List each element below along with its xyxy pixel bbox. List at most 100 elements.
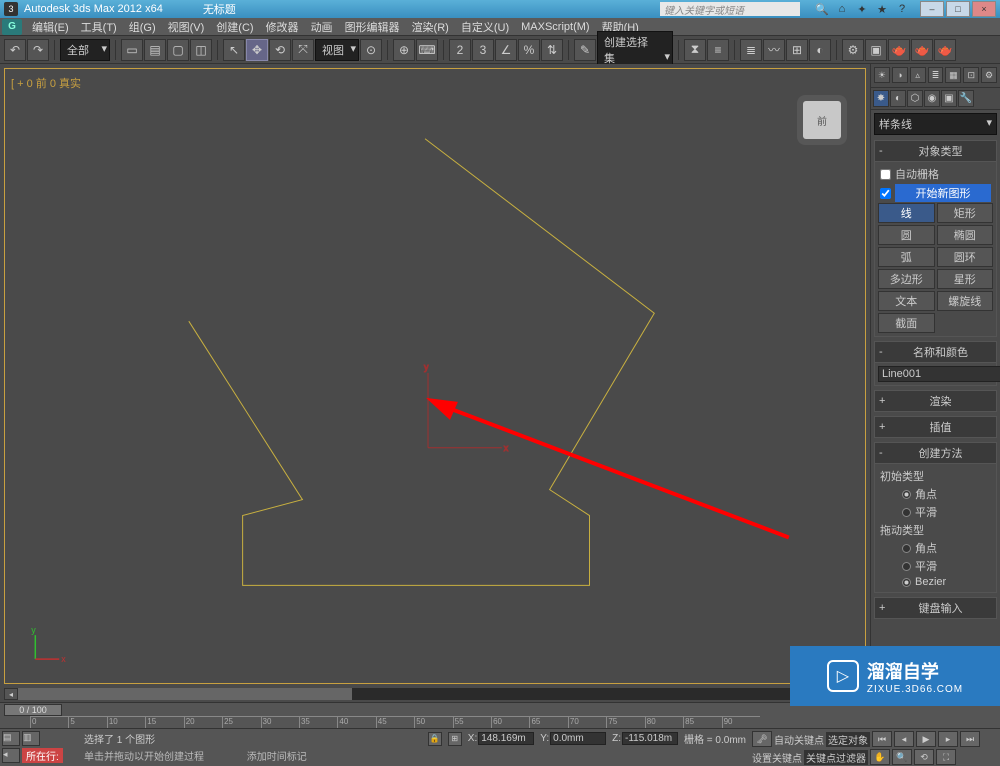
exchange-icon[interactable]: ✦ [854, 2, 870, 16]
keyboard-shortcut-button[interactable]: ⌨ [416, 39, 438, 61]
start-new-shape-button[interactable]: 开始新图形 [895, 184, 991, 202]
render-setup-button[interactable]: ⚙ [842, 39, 864, 61]
help-icon[interactable]: ? [894, 2, 910, 16]
abs-rel-icon[interactable]: ⊞ [448, 732, 462, 746]
rendered-frame-button[interactable]: ▣ [865, 39, 887, 61]
select-move-button[interactable]: ✥ [246, 39, 268, 61]
edit-named-sel-button[interactable]: ✎ [574, 39, 596, 61]
menu-graph-editors[interactable]: 图形编辑器 [339, 17, 406, 37]
subscription-icon[interactable]: ⌂ [834, 2, 850, 16]
rollout-head-keyboard-entry[interactable]: +键盘输入 [874, 597, 997, 619]
render-prod-button[interactable]: 🫖 [911, 39, 933, 61]
search-icon[interactable]: 🔍 [814, 2, 830, 16]
app-menu-icon[interactable]: G [2, 19, 22, 35]
autogrid-checkbox[interactable] [880, 169, 891, 180]
menu-group[interactable]: 组(G) [123, 17, 162, 37]
select-scale-button[interactable]: ⤧ [292, 39, 314, 61]
listener-button[interactable]: ▥ [22, 731, 40, 746]
radio-init-smooth[interactable] [902, 508, 911, 517]
radio-init-corner[interactable] [902, 490, 911, 499]
add-time-tag[interactable]: 添加时间标记 [247, 752, 307, 763]
btn-ngon[interactable]: 多边形 [878, 269, 935, 289]
select-manipulate-button[interactable]: ⊕ [393, 39, 415, 61]
viewport[interactable]: [ + 0 前 0 真实 y x [4, 68, 866, 684]
render-button[interactable]: 🫖 [888, 39, 910, 61]
menu-views[interactable]: 视图(V) [162, 17, 211, 37]
category-dropdown[interactable]: 样条线▾ [874, 113, 997, 135]
btn-rectangle[interactable]: 矩形 [937, 203, 994, 223]
btn-line[interactable]: 线 [878, 203, 935, 223]
rollout-head-interpolation[interactable]: +插值 [874, 416, 997, 438]
snap-3d-button[interactable]: 3 [472, 39, 494, 61]
btn-text[interactable]: 文本 [878, 291, 935, 311]
auto-key-button[interactable]: 自动关键点 [774, 732, 824, 747]
menu-customize[interactable]: 自定义(U) [455, 17, 515, 37]
render-iter-button[interactable]: 🫖 [934, 39, 956, 61]
goto-start-icon[interactable]: ⏮ [872, 731, 892, 747]
maxscript-mini-button[interactable]: ▤ [2, 731, 20, 746]
object-name-input[interactable] [878, 366, 1000, 382]
gear-icon[interactable]: ⚙ [981, 67, 997, 83]
undo-button[interactable]: ↶ [4, 39, 26, 61]
start-new-checkbox[interactable] [880, 188, 891, 199]
nav-zoom-icon[interactable]: 🔍 [892, 749, 912, 765]
tab-modify[interactable]: ◐ [890, 90, 906, 107]
render-preview-icon[interactable]: ▵ [910, 67, 926, 83]
btn-ellipse[interactable]: 椭圆 [937, 225, 994, 245]
rollout-head-object-type[interactable]: -对象类型 [874, 140, 997, 162]
menu-create[interactable]: 创建(C) [210, 17, 259, 37]
coord-z-input[interactable] [622, 732, 678, 745]
select-button[interactable]: ↖ [223, 39, 245, 61]
nav-orbit-icon[interactable]: ⟲ [914, 749, 934, 765]
prompt-prev-icon[interactable]: ◂ [2, 748, 20, 763]
tab-display[interactable]: ▣ [941, 90, 957, 107]
key-filter-sel[interactable]: 选定对象 [826, 732, 870, 747]
minimize-button[interactable]: – [920, 1, 944, 17]
select-by-name-button[interactable]: ▤ [144, 39, 166, 61]
nav-maximize-icon[interactable]: ⛶ [936, 749, 956, 765]
nav-pan-icon[interactable]: ✋ [870, 749, 890, 765]
next-frame-icon[interactable]: ▸ [938, 731, 958, 747]
menu-edit[interactable]: 编辑(E) [26, 17, 75, 37]
help-search-input[interactable]: 键入关键字或短语 [660, 2, 800, 16]
goto-end-icon[interactable]: ⏭ [960, 731, 980, 747]
coord-x-input[interactable] [478, 732, 534, 745]
favorite-icon[interactable]: ★ [874, 2, 890, 16]
snap-icon[interactable]: ⊡ [963, 67, 979, 83]
prev-frame-icon[interactable]: ◂ [894, 731, 914, 747]
viewport-scroll[interactable]: ◂ ▸ [4, 688, 866, 700]
btn-helix[interactable]: 螺旋线 [937, 291, 994, 311]
select-rotate-button[interactable]: ⟲ [269, 39, 291, 61]
radio-drag-corner[interactable] [902, 544, 911, 553]
time-slider-thumb[interactable]: 0 / 100 [4, 704, 62, 716]
rollout-head-render[interactable]: +渲染 [874, 390, 997, 412]
sun-icon[interactable]: ☀ [874, 67, 890, 83]
play-icon[interactable]: ▶ [916, 731, 936, 747]
viewcube[interactable]: 前 [803, 101, 841, 139]
light-lister-icon[interactable]: ◑ [892, 67, 908, 83]
schematic-view-button[interactable]: ⊞ [786, 39, 808, 61]
btn-circle[interactable]: 圆 [878, 225, 935, 245]
align-button[interactable]: ≡ [707, 39, 729, 61]
key-mode-icon[interactable]: 🗝 [752, 731, 772, 747]
lock-selection-icon[interactable]: 🔒 [428, 732, 442, 746]
material-editor-button[interactable]: ◐ [809, 39, 831, 61]
rollout-head-creation-method[interactable]: -创建方法 [874, 442, 997, 464]
maximize-button[interactable]: □ [946, 1, 970, 17]
set-key-button[interactable]: 设置关键点 [752, 750, 802, 765]
btn-arc[interactable]: 弧 [878, 247, 935, 267]
spinner-snap-button[interactable]: ⇅ [541, 39, 563, 61]
ref-coord-system[interactable]: 视图 [315, 39, 359, 61]
mirror-button[interactable]: ⧗ [684, 39, 706, 61]
window-crossing-button[interactable]: ◫ [190, 39, 212, 61]
tab-hierarchy[interactable]: ⬡ [907, 90, 923, 107]
rect-region-button[interactable]: ▢ [167, 39, 189, 61]
layer-icon[interactable]: ≣ [928, 67, 944, 83]
btn-donut[interactable]: 圆环 [937, 247, 994, 267]
named-selection-set[interactable]: 创建选择集 [597, 31, 673, 69]
menu-animation[interactable]: 动画 [305, 17, 339, 37]
close-button[interactable]: × [972, 1, 996, 17]
radio-drag-bezier[interactable] [902, 578, 911, 587]
grid-icon[interactable]: ▦ [945, 67, 961, 83]
snap-2d-button[interactable]: 2 [449, 39, 471, 61]
